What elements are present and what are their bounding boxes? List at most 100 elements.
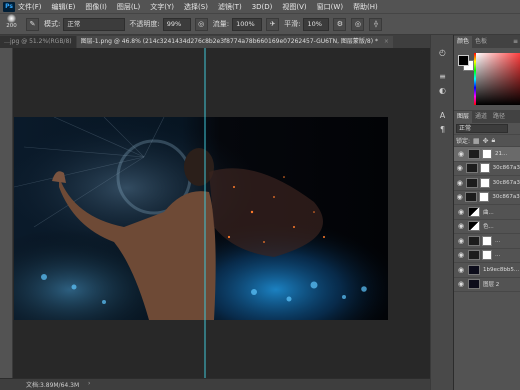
menu-help[interactable]: 帮助(H): [353, 2, 378, 12]
layer-thumbnail[interactable]: [468, 279, 480, 290]
layer-thumbnail[interactable]: [465, 192, 478, 203]
layer-mask-thumbnail[interactable]: [479, 163, 490, 174]
character-icon[interactable]: A: [437, 110, 448, 121]
layer-row[interactable]: ◉ 图层 2: [454, 278, 520, 292]
brush-preset-picker[interactable]: 200: [3, 14, 20, 34]
layers-list: ◉ 21... ◉ 30c867a36... ◉ 30c867a36... ◉ 30c867a…: [454, 147, 520, 292]
menu-file[interactable]: 文件(F): [18, 2, 42, 12]
layer-row[interactable]: ◉ 曲...: [454, 205, 520, 220]
layer-row[interactable]: ◉...: [454, 234, 520, 249]
opacity-pressure-icon[interactable]: ◎: [194, 17, 208, 31]
layer-mask-thumbnail[interactable]: [482, 235, 492, 246]
document-tabs: …jpg @ 51.2%(RGB/8) 图层-1.png @ 46.8% (21…: [0, 35, 453, 48]
visibility-eye-icon[interactable]: ◉: [456, 193, 463, 201]
mode-select[interactable]: 正常: [63, 17, 126, 31]
layer-thumbnail[interactable]: [468, 250, 480, 261]
layer-thumbnail[interactable]: [468, 206, 480, 217]
gear-icon[interactable]: ⚙: [333, 17, 347, 31]
status-arrow-icon[interactable]: ›: [88, 380, 90, 387]
options-bar: 200 ✎ 模式: 正常 不透明度: 99% ◎ 流量: 100% ✈ 平滑: …: [0, 13, 520, 35]
guide-line[interactable]: [204, 48, 206, 378]
symmetry-icon[interactable]: ⟠: [369, 17, 383, 31]
size-pressure-icon[interactable]: ◎: [351, 17, 365, 31]
menu-edit[interactable]: 编辑(E): [52, 2, 76, 12]
properties-icon[interactable]: ≡: [437, 71, 448, 82]
color-picker-field[interactable]: [476, 53, 520, 105]
layer-thumbnail[interactable]: [468, 235, 480, 246]
opacity-input[interactable]: 99%: [162, 17, 191, 31]
layer-thumbnail[interactable]: [465, 163, 478, 174]
layer-row[interactable]: ◉ 21...: [454, 147, 520, 162]
menu-filter[interactable]: 滤镜(T): [218, 2, 242, 12]
tab-label: 图层-1.png @ 46.8% (214c3241434d276c8b2e3f…: [80, 38, 378, 45]
tab-layers[interactable]: 图层: [454, 111, 473, 123]
brush-settings-icon[interactable]: ✎: [26, 17, 39, 31]
lock-pixels-icon[interactable]: ▦: [473, 137, 480, 145]
tab-swatches[interactable]: 色板: [472, 36, 490, 48]
smooth-input[interactable]: 10%: [303, 17, 330, 31]
visibility-eye-icon[interactable]: ◉: [456, 208, 466, 216]
canvas-artwork: [14, 117, 388, 320]
layer-mask-thumbnail[interactable]: [479, 177, 490, 188]
blend-mode-select[interactable]: 正常: [456, 124, 508, 133]
visibility-eye-icon[interactable]: ◉: [456, 179, 464, 187]
tools-panel: [0, 48, 13, 378]
layer-row[interactable]: ◉ 色...: [454, 220, 520, 234]
layers-panel-tabs: 图层 通道 路径: [454, 110, 520, 123]
tab-document-2[interactable]: 图层-1.png @ 46.8% (214c3241434d276c8b2e3f…: [76, 36, 393, 48]
close-icon[interactable]: ×: [384, 38, 389, 45]
flow-input[interactable]: 100%: [232, 17, 263, 31]
layer-mask-thumbnail[interactable]: [482, 148, 492, 159]
layer-row[interactable]: ◉ 30c867a36...: [454, 176, 520, 191]
menu-type[interactable]: 文字(Y): [150, 2, 174, 12]
color-panel-tabs: 颜色 色板 ≡: [454, 35, 520, 48]
menu-3d[interactable]: 3D(D): [252, 3, 273, 11]
menu-image[interactable]: 图像(I): [85, 2, 107, 12]
tab-color[interactable]: 颜色: [454, 36, 473, 48]
paragraph-icon[interactable]: ¶: [437, 124, 448, 135]
layer-row[interactable]: ◉ 1b9ec8bb5...: [454, 263, 520, 278]
menu-view[interactable]: 视图(V): [282, 2, 306, 12]
menu-select[interactable]: 选择(S): [184, 2, 208, 12]
layer-thumbnail[interactable]: [465, 177, 478, 188]
layer-name: 30c867a36f...: [492, 194, 520, 201]
visibility-eye-icon[interactable]: ◉: [456, 222, 466, 230]
tab-channels[interactable]: 通道: [472, 111, 490, 123]
layer-row[interactable]: ◉...: [454, 249, 520, 263]
blend-row: 正常: [454, 123, 520, 135]
history-icon[interactable]: ◴: [437, 47, 448, 58]
tab-document-1[interactable]: …jpg @ 51.2%(RGB/8): [0, 36, 76, 48]
adjustments-icon[interactable]: ◐: [437, 85, 448, 96]
document-canvas-image[interactable]: [14, 117, 388, 320]
tab-label: …jpg @ 51.2%(RGB/8): [4, 38, 72, 45]
lock-position-icon[interactable]: ✥: [483, 137, 489, 145]
layer-row[interactable]: ◉ 30c867a36f...: [454, 191, 520, 205]
layer-thumbnail[interactable]: [468, 221, 480, 232]
layer-mask-thumbnail[interactable]: [479, 192, 490, 203]
visibility-eye-icon[interactable]: ◉: [456, 266, 466, 274]
opacity-label: 不透明度:: [129, 20, 160, 28]
brush-tip-icon: [7, 14, 16, 23]
airbrush-icon[interactable]: ✈: [266, 17, 280, 31]
menu-layer[interactable]: 图层(L): [117, 2, 140, 12]
app-logo[interactable]: Ps: [3, 1, 15, 12]
layer-name: 图层 2: [483, 282, 500, 289]
visibility-eye-icon[interactable]: ◉: [456, 280, 466, 288]
layer-thumbnail[interactable]: [468, 264, 480, 275]
doc-info[interactable]: 文档:3.89M/64.3M: [26, 380, 79, 389]
layer-thumbnail[interactable]: [468, 148, 480, 159]
tab-paths[interactable]: 路径: [490, 111, 508, 123]
lock-all-icon[interactable]: 🔒︎: [492, 136, 496, 145]
layer-row[interactable]: ◉ 30c867a36...: [454, 162, 520, 176]
layer-mask-thumbnail[interactable]: [482, 250, 492, 261]
foreground-color-swatch[interactable]: [458, 55, 469, 66]
panel-menu-icon[interactable]: ≡: [513, 38, 518, 45]
layer-name: 曲...: [483, 209, 494, 216]
visibility-eye-icon[interactable]: ◉: [456, 251, 466, 259]
visibility-eye-icon[interactable]: ◉: [456, 164, 464, 172]
visibility-eye-icon[interactable]: ◉: [456, 237, 466, 245]
menu-window[interactable]: 窗口(W): [317, 2, 343, 12]
lock-row: 锁定: ▦ ✥ 🔒︎: [454, 135, 520, 147]
visibility-eye-icon[interactable]: ◉: [456, 150, 466, 158]
layer-name: 色...: [483, 224, 494, 231]
